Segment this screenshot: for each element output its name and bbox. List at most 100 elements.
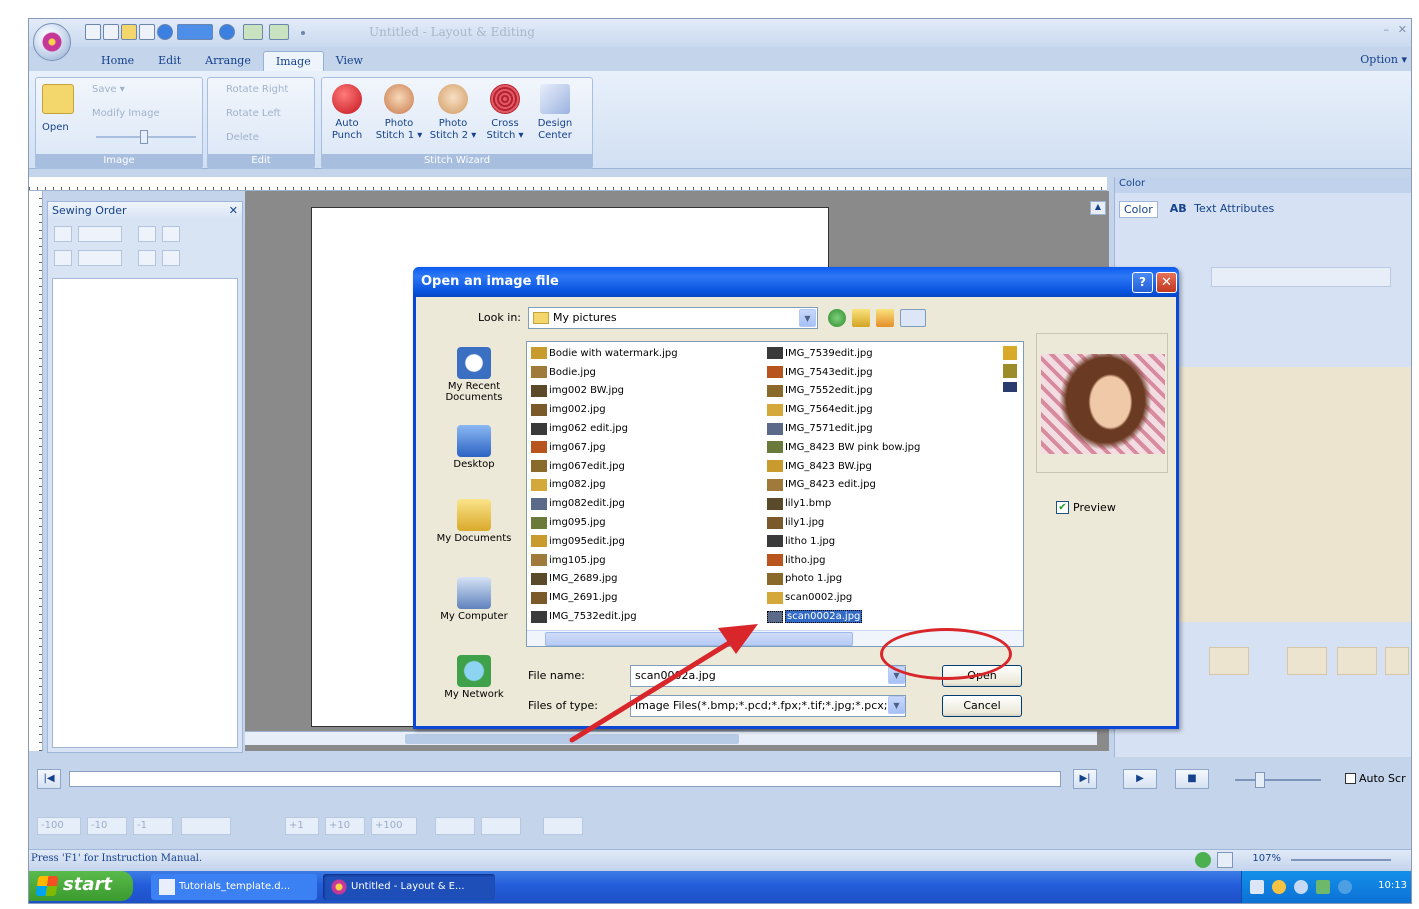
tray-usb-icon[interactable] — [1294, 880, 1308, 894]
auto-punch-button[interactable]: Auto Punch — [319, 118, 375, 142]
modify-image-button[interactable]: Modify Image — [92, 108, 160, 119]
select-icon[interactable] — [177, 24, 213, 40]
look-in-dropdown[interactable]: My pictures ▼ — [528, 307, 818, 329]
tray-network-icon[interactable] — [1250, 880, 1264, 894]
up-folder-icon[interactable] — [852, 309, 870, 327]
apple-icon[interactable] — [332, 84, 362, 114]
chevron-down-icon[interactable]: ▼ — [888, 666, 905, 684]
scrollbar-thumb[interactable] — [405, 734, 739, 744]
stitch-number-input[interactable] — [181, 817, 231, 835]
file-item[interactable]: IMG_2691.jpg — [531, 588, 678, 607]
stitch-icon[interactable] — [219, 24, 235, 40]
jump-plus-1-button[interactable]: +1 — [285, 817, 319, 835]
tab-image[interactable]: Image — [262, 51, 324, 71]
minimize-button[interactable]: – — [1384, 23, 1390, 36]
design-center-icon[interactable] — [540, 84, 570, 114]
stitch-timeline[interactable] — [69, 771, 1061, 787]
file-thumb-icon[interactable] — [1003, 364, 1017, 378]
file-item[interactable]: img067.jpg — [531, 438, 678, 457]
speed-slider[interactable] — [1235, 779, 1321, 781]
file-item[interactable]: img105.jpg — [531, 551, 678, 570]
first-stitch-button[interactable]: |◀ — [37, 769, 61, 789]
last-stitch-button[interactable]: ▶| — [1073, 769, 1097, 789]
back-icon[interactable] — [828, 309, 846, 327]
open-image-icon[interactable] — [42, 84, 74, 114]
circle-icon[interactable] — [157, 24, 173, 40]
file-item[interactable]: img082.jpg — [531, 476, 678, 495]
sew-order-color-icon[interactable] — [54, 250, 72, 266]
tab-view[interactable]: View — [324, 51, 375, 71]
undo-icon[interactable] — [243, 24, 263, 40]
file-item[interactable]: scan0002a.jpg — [767, 607, 920, 626]
file-item[interactable]: img082edit.jpg — [531, 494, 678, 513]
file-item[interactable]: scan0002.jpg — [767, 588, 920, 607]
rotate-left-button[interactable]: Rotate Left — [226, 108, 281, 119]
app-menu-button[interactable] — [33, 23, 71, 61]
open-button[interactable]: Open — [942, 665, 1022, 687]
file-item[interactable]: IMG_8423 BW.jpg — [767, 457, 920, 476]
tab-arrange[interactable]: Arrange — [193, 51, 263, 71]
file-item[interactable]: IMG_8423 BW pink bow.jpg — [767, 438, 920, 457]
cross-stitch-button[interactable]: Cross Stitch ▾ — [477, 118, 533, 142]
file-item[interactable]: img095edit.jpg — [531, 532, 678, 551]
speed-slider-thumb[interactable] — [1255, 772, 1265, 788]
file-item[interactable]: IMG_7571edit.jpg — [767, 419, 920, 438]
jump-plus-100-button[interactable]: +100 — [371, 817, 417, 835]
file-item[interactable]: IMG_2689.jpg — [531, 570, 678, 589]
jump-minus-10-button[interactable]: -10 — [87, 817, 127, 835]
file-item[interactable]: photo 1.jpg — [767, 570, 920, 589]
chevron-down-icon[interactable]: ▼ — [799, 309, 816, 327]
file-item[interactable]: Bodie.jpg — [531, 363, 678, 382]
file-item[interactable]: Bodie with watermark.jpg — [531, 344, 678, 363]
file-item[interactable]: IMG_7552edit.jpg — [767, 382, 920, 401]
new-page-icon[interactable] — [103, 24, 119, 40]
file-item[interactable]: img067edit.jpg — [531, 457, 678, 476]
place-recent-documents[interactable]: My Recent Documents — [428, 347, 520, 403]
file-item[interactable]: IMG_7532edit.jpg — [531, 607, 678, 626]
file-item[interactable]: lily1.bmp — [767, 494, 920, 513]
slider-thumb[interactable] — [140, 130, 148, 144]
file-item[interactable]: IMG_8423 edit.jpg — [767, 476, 920, 495]
file-item[interactable]: litho.jpg — [767, 551, 920, 570]
jump-minus-1-button[interactable]: -1 — [133, 817, 173, 835]
sew-order-lock-icon[interactable] — [138, 226, 156, 242]
sewing-order-close-button[interactable]: ✕ — [229, 204, 238, 218]
help-button[interactable]: ? — [1132, 272, 1153, 293]
photo-stitch-1-button[interactable]: Photo Stitch 1 ▾ — [371, 118, 427, 142]
place-desktop[interactable]: Desktop — [428, 425, 520, 470]
tray-update-icon[interactable] — [1338, 880, 1352, 894]
new-file-icon[interactable] — [85, 24, 101, 40]
horizontal-scrollbar[interactable] — [245, 731, 1097, 745]
start-button[interactable]: start — [29, 871, 133, 901]
sew-order-tool-icon[interactable] — [54, 226, 72, 242]
file-list-scrollbar[interactable] — [527, 630, 1023, 646]
swatch-button-4[interactable] — [1385, 647, 1409, 675]
frame-value-input[interactable] — [481, 817, 521, 835]
refresh-icon[interactable] — [1195, 852, 1211, 868]
view-menu-icon[interactable] — [900, 309, 926, 327]
sewing-order-list[interactable] — [52, 278, 238, 748]
frame-select-icon[interactable] — [435, 817, 475, 835]
tab-text-attributes[interactable]: AB Text Attributes — [1166, 201, 1282, 218]
file-item[interactable]: img002.jpg — [531, 400, 678, 419]
sew-order-cursor-icon[interactable] — [162, 250, 180, 266]
open-image-button[interactable]: Open — [42, 122, 69, 133]
file-item[interactable]: IMG_7543edit.jpg — [767, 363, 920, 382]
file-item[interactable]: img062 edit.jpg — [531, 419, 678, 438]
file-item[interactable]: lily1.jpg — [767, 513, 920, 532]
photo-stitch-2-button[interactable]: Photo Stitch 2 ▾ — [425, 118, 481, 142]
photo-stitch-1-icon[interactable] — [384, 84, 414, 114]
zoom-slider[interactable] — [1291, 859, 1391, 861]
option-menu[interactable]: Option ▾ — [1360, 53, 1407, 66]
file-list-scrollbar-thumb[interactable] — [545, 632, 853, 646]
heart-icon[interactable] — [1337, 647, 1377, 675]
page-view-icon[interactable] — [1217, 852, 1233, 868]
tab-edit[interactable]: Edit — [146, 51, 193, 71]
cross-stitch-icon[interactable] — [490, 84, 520, 114]
file-thumb-icon[interactable] — [1003, 382, 1017, 392]
stop-button[interactable]: ■ — [1175, 769, 1209, 789]
sew-order-frame-icon[interactable] — [162, 226, 180, 242]
preview-checkbox[interactable]: ✔ Preview — [1056, 501, 1116, 514]
tab-home[interactable]: Home — [89, 51, 146, 71]
close-window-button[interactable]: ✕ — [1398, 23, 1407, 36]
